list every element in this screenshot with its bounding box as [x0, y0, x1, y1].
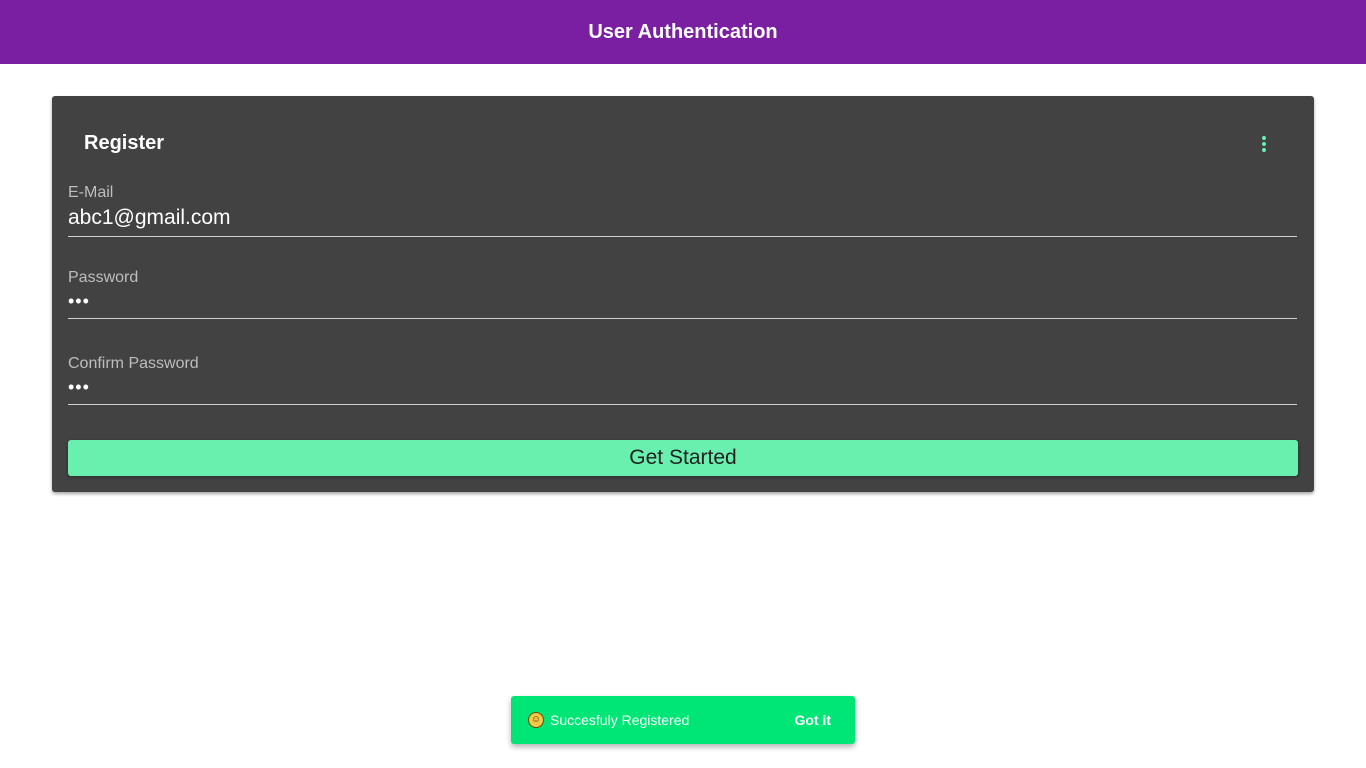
snackbar-got-it-button[interactable]: Got it — [794, 696, 831, 744]
more-vert-icon[interactable] — [1252, 132, 1276, 156]
app-title: User Authentication — [588, 20, 778, 43]
snackbar-message: Succesfuly Registered — [550, 712, 690, 728]
email-input[interactable] — [68, 206, 1297, 236]
menu-dot — [1262, 148, 1266, 152]
register-card: Register E-Mail Password Confirm Passwor… — [52, 96, 1314, 492]
password-input[interactable] — [68, 291, 1297, 318]
app-bar: User Authentication — [0, 0, 1366, 64]
email-label: E-Mail — [68, 184, 114, 201]
password-field: Password — [68, 269, 1297, 319]
card-title: Register — [84, 132, 165, 154]
grinning-face-icon: ☺ — [528, 712, 544, 728]
menu-dot — [1262, 142, 1266, 146]
snackbar: ☺ Succesfuly Registered Got it — [511, 696, 855, 744]
menu-dot — [1262, 136, 1266, 140]
confirm-password-field: Confirm Password — [68, 355, 1297, 405]
get-started-button[interactable]: Get Started — [68, 440, 1298, 476]
confirm-password-label: Confirm Password — [68, 355, 199, 372]
password-label: Password — [68, 269, 139, 286]
email-field: E-Mail — [68, 184, 1297, 237]
confirm-password-input[interactable] — [68, 377, 1297, 404]
